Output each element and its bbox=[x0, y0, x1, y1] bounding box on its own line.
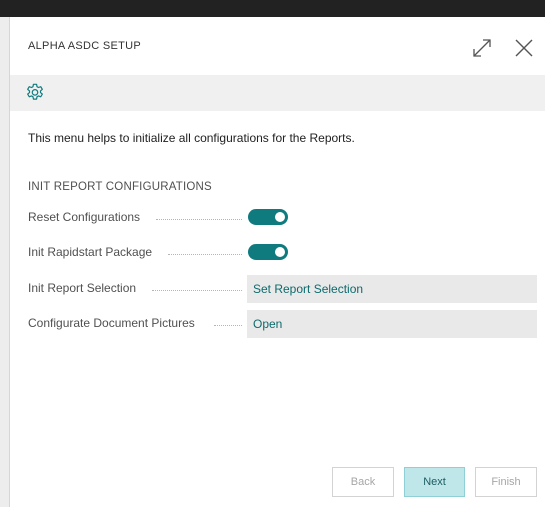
expand-icon[interactable] bbox=[470, 36, 494, 60]
window-top-bar bbox=[0, 0, 545, 17]
close-icon[interactable] bbox=[512, 36, 536, 60]
reset-configurations-toggle[interactable] bbox=[248, 209, 288, 225]
dialog-header: ALPHA ASDC SETUP bbox=[10, 17, 545, 75]
field-init-rapidstart-package: Init Rapidstart Package bbox=[28, 239, 537, 267]
field-label: Reset Configurations bbox=[28, 210, 141, 224]
init-rapidstart-package-toggle[interactable] bbox=[248, 244, 288, 260]
intro-text: This menu helps to initialize all config… bbox=[28, 131, 355, 145]
action-bar bbox=[10, 75, 545, 111]
background-page-edge bbox=[0, 17, 10, 507]
setup-dialog: ALPHA ASDC SETUP This menu helps to init… bbox=[10, 17, 545, 507]
finish-button[interactable]: Finish bbox=[475, 467, 537, 497]
set-report-selection-link[interactable]: Set Report Selection bbox=[247, 275, 537, 303]
field-label: Configurate Document Pictures bbox=[28, 316, 195, 330]
field-configurate-document-pictures: Configurate Document Pictures Open bbox=[28, 310, 537, 338]
section-title: INIT REPORT CONFIGURATIONS bbox=[28, 181, 212, 193]
field-label: Init Report Selection bbox=[28, 281, 137, 295]
gear-icon[interactable] bbox=[24, 82, 46, 104]
field-label: Init Rapidstart Package bbox=[28, 245, 153, 259]
next-button[interactable]: Next bbox=[404, 467, 465, 497]
field-init-report-selection: Init Report Selection Set Report Selecti… bbox=[28, 275, 537, 303]
field-reset-configurations: Reset Configurations bbox=[28, 204, 537, 232]
back-button[interactable]: Back bbox=[332, 467, 394, 497]
dialog-title: ALPHA ASDC SETUP bbox=[28, 40, 142, 52]
open-document-pictures-link[interactable]: Open bbox=[247, 310, 537, 338]
